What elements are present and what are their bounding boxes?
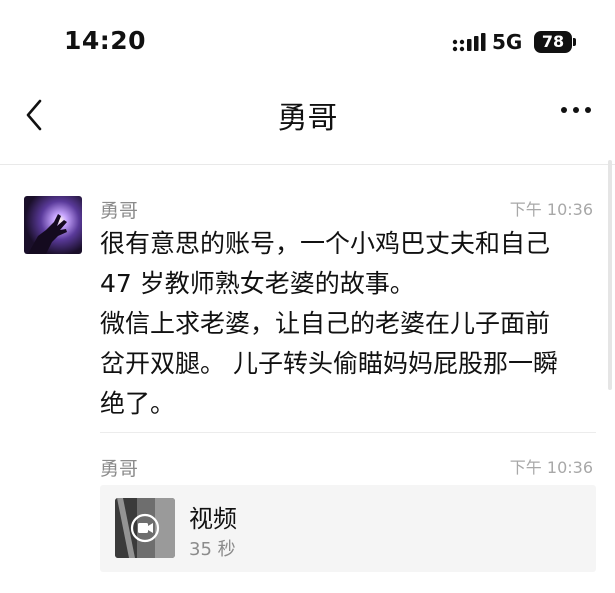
scrollbar[interactable] <box>608 160 612 390</box>
chat-header: 勇哥 <box>0 80 615 165</box>
more-options-icon[interactable] <box>556 100 596 120</box>
message-line: 微信上求老婆，让自己的老婆在儿子面前 <box>100 309 551 338</box>
message-text[interactable]: 很有意思的账号，一个小鸡巴丈夫和自己 47 岁教师熟女老婆的故事。 微信上求老婆… <box>100 224 600 424</box>
battery-level: 78 <box>541 32 565 51</box>
message-line: 绝了。 <box>100 389 176 418</box>
status-time: 14:20 <box>64 26 147 55</box>
message-sender-name: 勇哥 <box>100 458 139 480</box>
message-timestamp: 下午 10:36 <box>509 200 593 219</box>
message-line: 很有意思的账号，一个小鸡巴丈夫和自己 <box>100 229 551 258</box>
avatar[interactable] <box>24 196 82 254</box>
video-message-card[interactable]: 视频 35 秒 <box>100 485 596 572</box>
battery-icon: 78 <box>534 31 572 53</box>
video-thumbnail-image <box>115 498 175 558</box>
message-line: 岔开双腿。 儿子转头偷瞄妈妈屁股那一瞬 <box>100 349 558 378</box>
message-divider <box>100 432 596 433</box>
battery-tip <box>573 38 576 46</box>
message-timestamp: 下午 10:36 <box>509 458 593 477</box>
message-sender-name: 勇哥 <box>100 200 139 222</box>
video-title: 视频 <box>189 505 237 533</box>
avatar-image <box>24 196 82 254</box>
video-thumbnail[interactable] <box>115 498 175 558</box>
network-type: 5G <box>492 30 523 54</box>
page-title: 勇哥 <box>277 101 338 136</box>
status-bar: 14:20 5G 78 <box>0 0 615 80</box>
message-line: 47 岁教师熟女老婆的故事。 <box>100 269 415 298</box>
video-duration: 35 秒 <box>189 539 236 560</box>
signal-strength-icon <box>452 33 486 52</box>
video-camera-icon <box>138 523 148 533</box>
